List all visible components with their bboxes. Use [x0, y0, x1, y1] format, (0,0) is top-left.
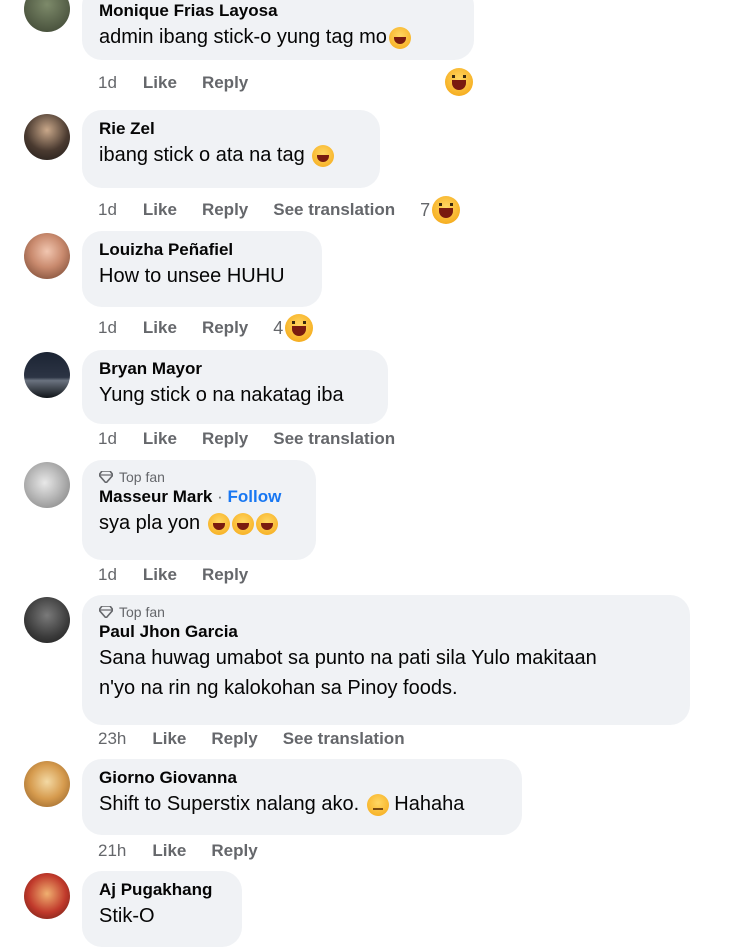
reply-button[interactable]: Reply [202, 199, 248, 221]
comment-actions: 1d Like Reply [98, 72, 273, 94]
comment-text: Stik-O [99, 905, 155, 927]
comment-timestamp[interactable]: 23h [98, 728, 126, 750]
comment-author[interactable]: Bryan Mayor [99, 358, 371, 380]
reaction-summary[interactable]: 4 [273, 314, 314, 342]
comment-text: Shift to Superstix nalang ako. Hahaha [99, 789, 505, 819]
comment-author[interactable]: Monique Frias Layosa [99, 0, 457, 22]
avatar[interactable] [24, 114, 70, 160]
comment-text-content: admin ibang stick-o yung tag mo [99, 26, 387, 48]
comment-author[interactable]: Louizha Peñafiel [99, 239, 305, 261]
diamond-icon [99, 606, 113, 618]
reaction-count: 4 [273, 318, 284, 338]
reply-button[interactable]: Reply [211, 840, 257, 862]
avatar[interactable] [24, 761, 70, 807]
comment-text: sya pla yon [99, 508, 299, 538]
comment-text: How to unsee HUHU [99, 265, 285, 287]
comment-author[interactable]: Masseur Mark [99, 487, 212, 506]
comment-actions: 21h Like Reply [98, 840, 283, 862]
top-fan-label: Top fan [119, 604, 165, 620]
reply-button[interactable]: Reply [202, 72, 248, 94]
diamond-icon [99, 471, 113, 483]
comment-bubble: Aj Pugakhang Stik-O [82, 871, 242, 947]
haha-reaction-icon[interactable] [445, 68, 473, 96]
comment-text-content: sya pla yon [99, 512, 201, 534]
avatar[interactable] [24, 352, 70, 398]
see-translation-link[interactable]: See translation [273, 428, 395, 450]
comment-text-suffix: Hahaha [394, 793, 465, 815]
haha-reaction-icon [432, 196, 461, 224]
comment-timestamp[interactable]: 21h [98, 840, 126, 862]
comment-author[interactable]: Rie Zel [99, 118, 363, 140]
neutral-face-emoji-icon [366, 793, 389, 816]
comment-author[interactable]: Giorno Giovanna [99, 767, 505, 789]
comment-text: Yung stick o na nakatag iba [99, 384, 344, 406]
reply-button[interactable]: Reply [202, 317, 248, 339]
like-button[interactable]: Like [152, 728, 186, 750]
follow-button[interactable]: Follow [228, 487, 282, 506]
comment-timestamp[interactable]: 1d [98, 564, 117, 586]
comment-bubble: Top fan Masseur Mark · Follow sya pla yo… [82, 460, 316, 560]
avatar[interactable] [24, 233, 70, 279]
comment-bubble: Louizha Peñafiel How to unsee HUHU [82, 231, 322, 307]
avatar[interactable] [24, 873, 70, 919]
comment-text-line1: Sana huwag umabot sa punto na pati sila … [99, 647, 597, 669]
like-button[interactable]: Like [143, 428, 177, 450]
avatar[interactable] [24, 462, 70, 508]
joy-emoji-icon [207, 512, 230, 535]
comment-timestamp[interactable]: 1d [98, 317, 117, 339]
grin-emoji-icon [312, 144, 335, 167]
comment-text-content: ibang stick o ata na tag [99, 144, 305, 166]
comment-author[interactable]: Paul Jhon Garcia [99, 621, 673, 643]
reply-button[interactable]: Reply [202, 428, 248, 450]
comment-actions: 1d Like Reply 4 [98, 314, 314, 342]
comment-author-line: Masseur Mark · Follow [99, 487, 282, 506]
see-translation-link[interactable]: See translation [273, 199, 395, 221]
reply-button[interactable]: Reply [202, 564, 248, 586]
avatar[interactable] [24, 0, 70, 32]
comment-text-line2: n'yo na rin ng kalokohan sa Pinoy foods. [99, 677, 458, 699]
comment-bubble: Giorno Giovanna Shift to Superstix nalan… [82, 759, 522, 835]
reaction-summary[interactable]: 7 [420, 196, 461, 224]
comment-text: ibang stick o ata na tag [99, 140, 363, 170]
comment-text-content: Shift to Superstix nalang ako. [99, 793, 360, 815]
joy-emoji-icon [231, 512, 254, 535]
comment-author[interactable]: Aj Pugakhang [99, 879, 225, 901]
comment-bubble: Bryan Mayor Yung stick o na nakatag iba [82, 350, 388, 424]
comment-actions: 1d Like Reply See translation [98, 428, 420, 450]
comment-actions: 1d Like Reply See translation 7 [98, 196, 461, 224]
grin-emoji-icon [388, 26, 411, 49]
haha-reaction-icon [285, 314, 314, 342]
like-button[interactable]: Like [143, 199, 177, 221]
joy-emoji-icon [255, 512, 278, 535]
top-fan-badge: Top fan [99, 603, 673, 621]
see-translation-link[interactable]: See translation [283, 728, 405, 750]
reply-button[interactable]: Reply [211, 728, 257, 750]
comment-bubble: Top fan Paul Jhon Garcia Sana huwag umab… [82, 595, 690, 725]
like-button[interactable]: Like [143, 564, 177, 586]
reaction-count: 7 [420, 200, 431, 220]
comment-actions: 1d Like Reply [98, 564, 273, 586]
comment-timestamp[interactable]: 1d [98, 428, 117, 450]
comment-timestamp[interactable]: 1d [98, 199, 117, 221]
like-button[interactable]: Like [143, 72, 177, 94]
comment-text: admin ibang stick-o yung tag mo [99, 22, 457, 52]
avatar[interactable] [24, 597, 70, 643]
comment-timestamp[interactable]: 1d [98, 72, 117, 94]
top-fan-label: Top fan [119, 469, 165, 485]
top-fan-badge: Top fan [99, 468, 299, 486]
like-button[interactable]: Like [143, 317, 177, 339]
comment-bubble: Rie Zel ibang stick o ata na tag [82, 110, 380, 188]
like-button[interactable]: Like [152, 840, 186, 862]
comment-actions: 23h Like Reply See translation [98, 728, 430, 750]
comment-bubble: Monique Frias Layosa admin ibang stick-o… [82, 0, 474, 60]
